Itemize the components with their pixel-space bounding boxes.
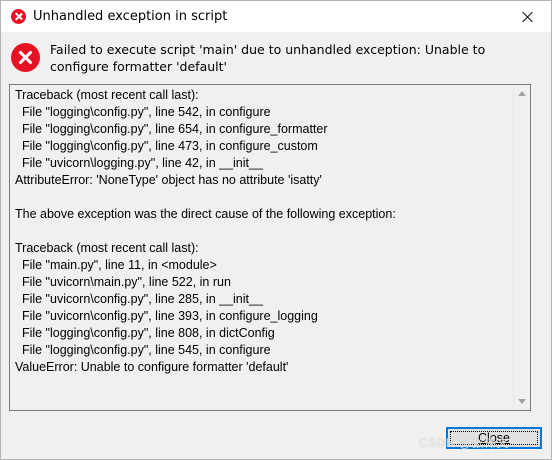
title-bar: Unhandled exception in script (1, 1, 551, 32)
traceback-text[interactable]: Traceback (most recent call last): File … (15, 87, 507, 405)
traceback-textbox[interactable]: Traceback (most recent call last): File … (9, 84, 531, 411)
vertical-scrollbar[interactable] (513, 85, 530, 410)
close-button[interactable]: Close (446, 427, 542, 449)
error-icon (11, 43, 40, 72)
close-icon[interactable] (505, 1, 551, 32)
window-title: Unhandled exception in script (33, 9, 228, 24)
focus-ring (450, 431, 538, 445)
scroll-up-icon[interactable] (518, 91, 526, 96)
error-message: Failed to execute script 'main' due to u… (50, 42, 486, 74)
scroll-down-icon[interactable] (518, 399, 526, 404)
error-dialog: Unhandled exception in script Failed to … (0, 0, 552, 460)
error-icon (11, 9, 26, 24)
